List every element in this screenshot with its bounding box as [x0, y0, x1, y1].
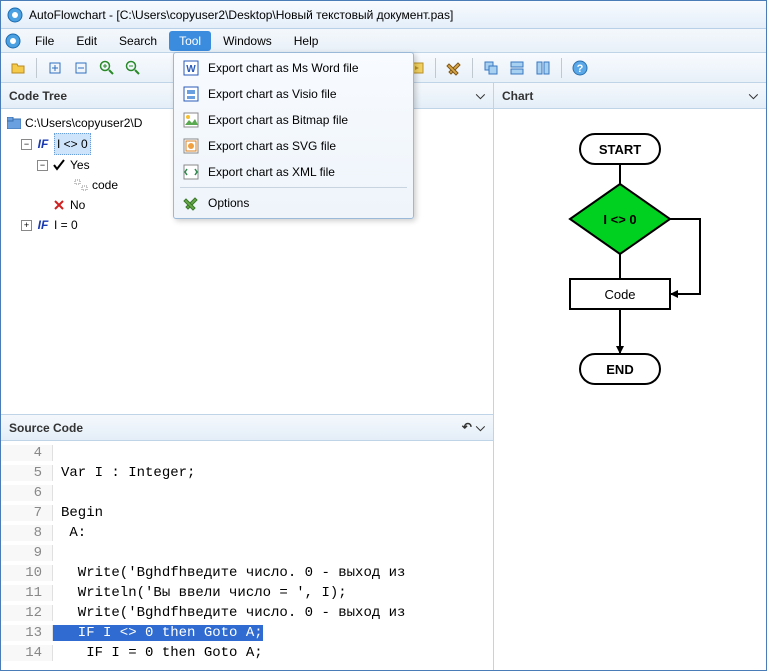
zoom-in-icon[interactable]	[96, 57, 118, 79]
flowchart-process-label: Code	[604, 287, 635, 302]
app-icon	[7, 7, 23, 23]
panel-chevron-icon[interactable]: ⌵	[476, 420, 485, 435]
line-number: 8	[1, 525, 53, 541]
separator	[36, 58, 37, 78]
code-icon	[74, 178, 88, 192]
code-line: A:	[53, 525, 86, 541]
tree-yes-label: Yes	[70, 155, 90, 175]
settings-icon[interactable]	[443, 57, 465, 79]
code-line: IF I = 0 then Goto A;	[53, 645, 263, 661]
export-word-label: Export chart as Ms Word file	[208, 61, 359, 75]
flowchart-start-label: START	[599, 142, 641, 157]
line-number: 5	[1, 465, 53, 481]
separator	[561, 58, 562, 78]
menu-help[interactable]: Help	[284, 31, 329, 51]
export-bitmap-item[interactable]: Export chart as Bitmap file	[176, 107, 411, 133]
panel-chevron-icon[interactable]: ⌵	[476, 88, 485, 103]
line-number: 13	[1, 625, 53, 641]
cross-icon	[52, 198, 66, 212]
flowchart-end-label: END	[606, 362, 633, 377]
tile-horiz-icon[interactable]	[506, 57, 528, 79]
visio-icon	[182, 85, 200, 103]
titlebar: AutoFlowchart - [C:\Users\copyuser2\Desk…	[1, 1, 766, 29]
export-xml-item[interactable]: Export chart as XML file	[176, 159, 411, 185]
line-number: 7	[1, 505, 53, 521]
flowchart-decision-label: I <> 0	[603, 212, 636, 227]
options-icon	[182, 194, 200, 212]
code-line: Write('Bghdfhведите число. 0 - выход из	[53, 565, 405, 581]
separator	[472, 58, 473, 78]
menu-icon	[5, 33, 21, 49]
line-number: 4	[1, 445, 53, 461]
line-number: 9	[1, 545, 53, 561]
undo-icon[interactable]: ↶	[462, 420, 472, 435]
options-item[interactable]: Options	[176, 190, 411, 216]
source-code-panel: Source Code ↶ ⌵ 4 5Var I : Integer; 6 7B…	[1, 415, 493, 670]
check-icon	[52, 158, 66, 172]
code-line: Var I : Integer;	[53, 465, 195, 481]
export-svg-item[interactable]: Export chart as SVG file	[176, 133, 411, 159]
line-number: 14	[1, 645, 53, 661]
code-line-highlighted: IF I <> 0 then Goto A;	[53, 625, 263, 641]
source-code-title: Source Code	[9, 421, 83, 435]
code-editor[interactable]: 4 5Var I : Integer; 6 7Begin 8 A: 9 10 W…	[1, 441, 493, 665]
collapse-icon[interactable]	[70, 57, 92, 79]
xml-icon	[182, 163, 200, 181]
collapse-toggle[interactable]: −	[21, 139, 32, 150]
tree-code-label: code	[92, 175, 118, 195]
menu-windows[interactable]: Windows	[213, 31, 282, 51]
bitmap-icon	[182, 111, 200, 129]
tree-root-label: C:\Users\copyuser2\D	[25, 113, 142, 133]
tree-no-label: No	[70, 195, 85, 215]
tree-if2-label: I = 0	[54, 215, 78, 235]
export-xml-label: Export chart as XML file	[208, 165, 335, 179]
svg-text:W: W	[186, 64, 196, 75]
line-number: 11	[1, 585, 53, 601]
folder-icon	[7, 116, 21, 130]
open-icon[interactable]	[7, 57, 29, 79]
if-icon: IF	[36, 218, 50, 232]
line-number: 10	[1, 565, 53, 581]
cascade-icon[interactable]	[480, 57, 502, 79]
flowchart-canvas[interactable]: START I <> 0 Code END	[494, 109, 766, 439]
help-icon[interactable]: ?	[569, 57, 591, 79]
tile-vert-icon[interactable]	[532, 57, 554, 79]
chart-title: Chart	[502, 89, 533, 103]
word-icon: W	[182, 59, 200, 77]
expand-icon[interactable]	[44, 57, 66, 79]
code-line: Writeln('Вы ввели число = ', I);	[53, 585, 347, 601]
window-title: AutoFlowchart - [C:\Users\copyuser2\Desk…	[29, 8, 453, 22]
line-number: 6	[1, 485, 53, 501]
separator	[435, 58, 436, 78]
collapse-toggle[interactable]: −	[37, 160, 48, 171]
zoom-out-icon[interactable]	[122, 57, 144, 79]
code-line: Write('Bghdfhведите число. 0 - выход из	[53, 605, 405, 621]
code-tree-title: Code Tree	[9, 89, 67, 103]
if-icon: IF	[36, 137, 50, 151]
menu-search[interactable]: Search	[109, 31, 167, 51]
export-visio-item[interactable]: Export chart as Visio file	[176, 81, 411, 107]
menu-tool[interactable]: Tool	[169, 31, 211, 51]
line-number: 12	[1, 605, 53, 621]
panel-chevron-icon[interactable]: ⌵	[749, 88, 758, 103]
dropdown-separator	[180, 187, 407, 188]
tree-if1-label: I <> 0	[54, 133, 91, 155]
menu-file[interactable]: File	[25, 31, 64, 51]
svg-icon	[182, 137, 200, 155]
menu-edit[interactable]: Edit	[66, 31, 107, 51]
export-word-item[interactable]: W Export chart as Ms Word file	[176, 55, 411, 81]
svg-text:?: ?	[577, 63, 584, 75]
tool-dropdown: W Export chart as Ms Word file Export ch…	[173, 52, 414, 219]
menubar: File Edit Search Tool Windows Help	[1, 29, 766, 53]
export-svg-label: Export chart as SVG file	[208, 139, 336, 153]
export-visio-label: Export chart as Visio file	[208, 87, 337, 101]
options-label: Options	[208, 196, 249, 210]
export-bitmap-label: Export chart as Bitmap file	[208, 113, 348, 127]
code-line: Begin	[53, 505, 103, 521]
expand-toggle[interactable]: +	[21, 220, 32, 231]
